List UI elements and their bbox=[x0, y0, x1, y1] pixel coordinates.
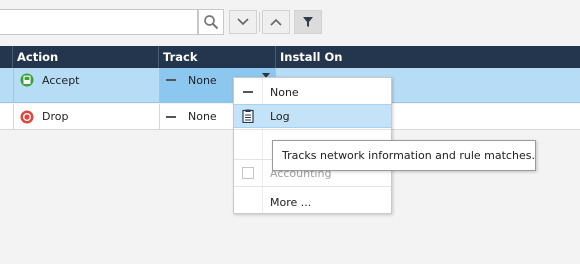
menu-item-label: Log bbox=[270, 109, 290, 123]
filter-button[interactable] bbox=[294, 10, 322, 34]
track-label: None bbox=[188, 73, 217, 87]
filter-icon bbox=[303, 17, 313, 27]
column-header-track-label: Track bbox=[163, 50, 198, 64]
next-down-button[interactable] bbox=[229, 10, 257, 34]
toolbar bbox=[0, 0, 580, 46]
track-cell[interactable]: None bbox=[166, 104, 217, 129]
table-header: Action Track Install On bbox=[0, 46, 580, 68]
log-icon bbox=[242, 109, 254, 123]
track-cell[interactable]: None bbox=[166, 63, 217, 97]
none-dash-icon bbox=[166, 79, 176, 81]
menu-item-none[interactable]: None bbox=[234, 80, 391, 104]
column-divider bbox=[159, 104, 160, 129]
none-dash-icon bbox=[243, 91, 253, 93]
column-divider bbox=[13, 104, 14, 129]
menu-item-label: None bbox=[270, 85, 299, 99]
action-label: Accept bbox=[42, 73, 80, 87]
menu-divider bbox=[234, 129, 391, 130]
column-divider bbox=[13, 68, 14, 102]
search-icon bbox=[204, 15, 219, 30]
toolbar-divider bbox=[259, 12, 260, 32]
action-label: Drop bbox=[42, 110, 69, 123]
menu-divider bbox=[234, 186, 391, 187]
previous-up-button[interactable] bbox=[262, 10, 290, 34]
accept-icon bbox=[20, 73, 34, 87]
checkbox-icon bbox=[242, 167, 254, 179]
column-header-action-label: Action bbox=[17, 50, 59, 64]
tooltip-text: Tracks network information and rule matc… bbox=[282, 149, 535, 162]
tooltip: Tracks network information and rule matc… bbox=[272, 140, 536, 171]
column-header-partial[interactable] bbox=[0, 46, 13, 68]
column-header-install-on-label: Install On bbox=[280, 50, 343, 64]
menu-item-label: More ... bbox=[270, 195, 312, 209]
action-cell[interactable]: Drop bbox=[20, 104, 68, 129]
track-label: None bbox=[188, 110, 217, 123]
drop-icon bbox=[20, 110, 34, 123]
menu-item-more[interactable]: More ... bbox=[234, 190, 391, 214]
column-header-install-on[interactable]: Install On bbox=[276, 46, 580, 68]
action-cell[interactable]: Accept bbox=[20, 63, 80, 97]
column-divider bbox=[159, 68, 160, 102]
chevron-down-icon bbox=[237, 18, 249, 26]
none-dash-icon bbox=[166, 115, 176, 118]
menu-item-log[interactable]: Log bbox=[234, 104, 391, 128]
search-input[interactable] bbox=[0, 9, 198, 35]
chevron-up-icon bbox=[270, 18, 282, 26]
search-button[interactable] bbox=[198, 9, 224, 35]
